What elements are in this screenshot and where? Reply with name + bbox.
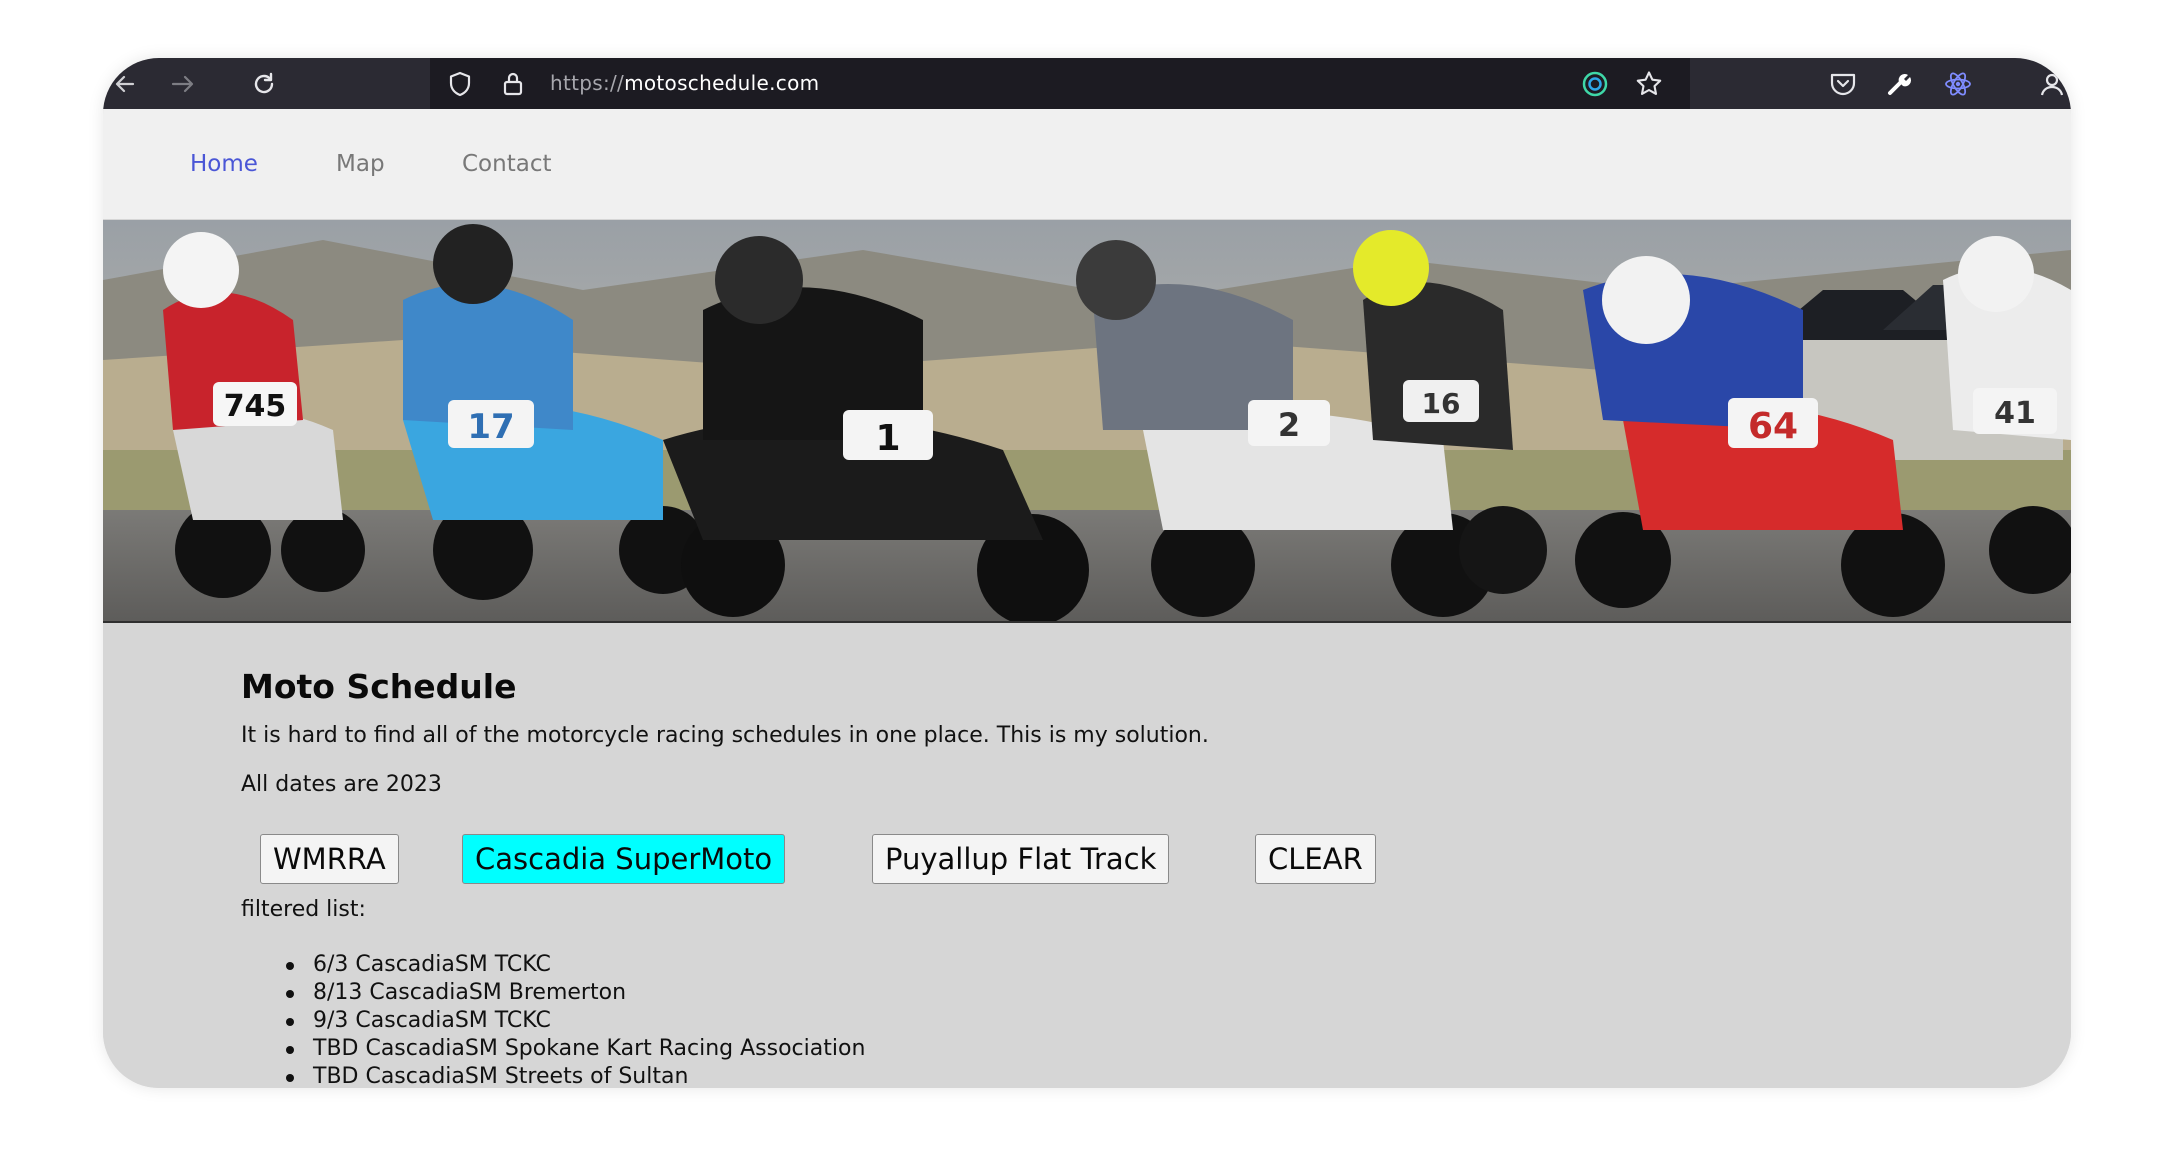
bullet-icon bbox=[286, 962, 294, 970]
list-item: 9/3 CascadiaSM TCKC bbox=[286, 1007, 865, 1035]
event-text: TBD CascadiaSM Streets of Sultan bbox=[313, 1064, 689, 1088]
shield-icon[interactable] bbox=[445, 58, 475, 109]
filter-clear-button[interactable]: CLEAR bbox=[1255, 834, 1376, 884]
list-item: 8/13 CascadiaSM Bremerton bbox=[286, 979, 865, 1007]
filtered-list-label: filtered list: bbox=[241, 897, 366, 922]
rider-number-41: 41 bbox=[1994, 396, 2036, 431]
star-icon[interactable] bbox=[1633, 58, 1665, 109]
page-title: Moto Schedule bbox=[241, 667, 517, 706]
rider-number-745: 745 bbox=[224, 389, 287, 424]
url-host: motoschedule.com bbox=[624, 71, 820, 95]
event-list: 6/3 CascadiaSM TCKC 8/13 CascadiaSM Brem… bbox=[286, 951, 866, 1088]
rider-number-64: 64 bbox=[1748, 406, 1798, 447]
extension-circle-icon[interactable] bbox=[1579, 58, 1611, 109]
hero-image: 745 17 1 2 16 64 41 bbox=[103, 220, 2071, 623]
main-content: Moto Schedule It is hard to find all of … bbox=[103, 625, 2071, 1088]
url-scheme: https:// bbox=[550, 71, 625, 95]
forward-arrow-icon[interactable] bbox=[167, 58, 199, 109]
list-item: 6/3 CascadiaSM TCKC bbox=[286, 951, 865, 979]
filter-wmrra-button[interactable]: WMRRA bbox=[260, 834, 399, 884]
list-item: TBD CascadiaSM Spokane Kart Racing Assoc… bbox=[286, 1035, 866, 1063]
url-text[interactable]: https://motoschedule.com bbox=[550, 58, 819, 109]
filter-cascadia-supermoto-button[interactable]: Cascadia SuperMoto bbox=[462, 834, 786, 884]
event-text: 6/3 CascadiaSM TCKC bbox=[313, 952, 551, 977]
intro-text: It is hard to find all of the motorcycle… bbox=[241, 723, 1209, 748]
rider-number-1: 1 bbox=[875, 418, 900, 459]
wrench-icon[interactable] bbox=[1883, 58, 1915, 109]
nav-map[interactable]: Map bbox=[336, 109, 385, 219]
event-text: 9/3 CascadiaSM TCKC bbox=[313, 1008, 551, 1033]
list-item: TBD CascadiaSM Streets of Sultan bbox=[286, 1063, 865, 1088]
nav-contact[interactable]: Contact bbox=[462, 109, 551, 219]
rider-number-16: 16 bbox=[1422, 387, 1461, 420]
bullet-icon bbox=[286, 1046, 294, 1054]
nav-home[interactable]: Home bbox=[190, 109, 258, 219]
rider-number-2: 2 bbox=[1278, 406, 1300, 444]
filter-puyallup-flat-track-button[interactable]: Puyallup Flat Track bbox=[872, 834, 1170, 884]
account-icon[interactable] bbox=[2037, 58, 2067, 109]
browser-toolbar: https://motoschedule.com bbox=[103, 58, 2071, 109]
bullet-icon bbox=[286, 1074, 294, 1082]
pocket-icon[interactable] bbox=[1827, 58, 1859, 109]
hero-racers-illustration: 745 17 1 2 16 64 41 bbox=[103, 220, 2071, 621]
event-text: TBD CascadiaSM Spokane Kart Racing Assoc… bbox=[313, 1036, 866, 1061]
bullet-icon bbox=[286, 990, 294, 998]
rider-number-17: 17 bbox=[467, 407, 514, 447]
year-note: All dates are 2023 bbox=[241, 772, 442, 797]
event-text: 8/13 CascadiaSM Bremerton bbox=[313, 980, 627, 1005]
bullet-icon bbox=[286, 1018, 294, 1026]
browser-window: https://motoschedule.com Home Map Contac… bbox=[103, 58, 2071, 1088]
back-arrow-icon[interactable] bbox=[111, 58, 139, 109]
lock-icon[interactable] bbox=[499, 58, 527, 109]
reload-icon[interactable] bbox=[248, 58, 280, 109]
site-nav: Home Map Contact bbox=[103, 109, 2071, 219]
react-devtools-icon[interactable] bbox=[1941, 58, 1975, 109]
